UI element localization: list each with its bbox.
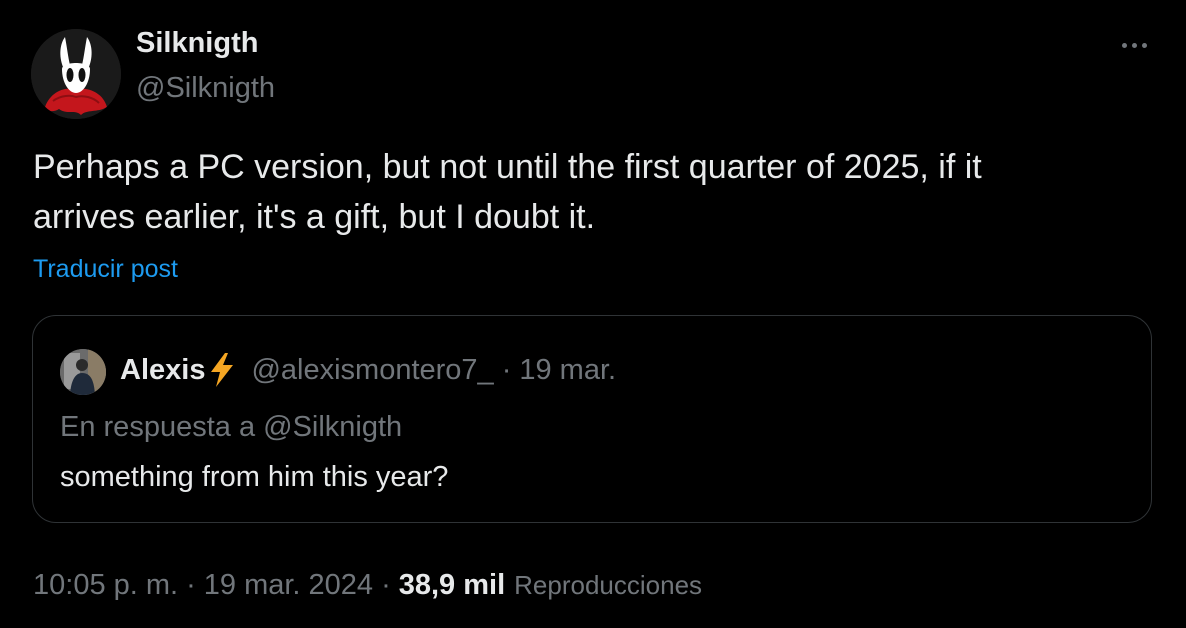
quote-date[interactable]: 19 mar.	[519, 351, 616, 389]
post-meta: 10:05 p. m. · 19 mar. 2024 · 38,9 mil Re…	[33, 566, 702, 604]
quote-author-avatar[interactable]	[60, 349, 106, 395]
author-avatar[interactable]	[31, 29, 121, 119]
more-dots-icon	[1131, 42, 1137, 48]
post-text-line-1: Perhaps a PC version, but not until the …	[33, 148, 982, 186]
quote-reply-context: En respuesta a @Silknigth	[60, 411, 403, 443]
meta-separator: ·	[186, 569, 196, 601]
author-display-name[interactable]: Silknigth	[136, 24, 258, 62]
post-text-line-2: arrives earlier, it's a gift, but I doub…	[33, 198, 596, 236]
meta-separator: ·	[381, 569, 391, 601]
hornet-avatar-image	[31, 29, 121, 119]
translate-post-link[interactable]: Traducir post	[33, 252, 178, 286]
post-date[interactable]: 19 mar. 2024	[204, 566, 373, 604]
quote-text: something from him this year?	[60, 461, 449, 493]
post-text: Perhaps a PC version, but not until the …	[33, 142, 1158, 242]
quote-separator: ·	[501, 354, 512, 386]
quote-author-name[interactable]: Alexis	[120, 351, 205, 389]
author-handle[interactable]: @Silknigth	[136, 69, 275, 107]
quote-avatar-image	[60, 349, 106, 395]
quote-author-handle[interactable]: @alexismontero7_	[251, 351, 493, 389]
quote-header: Alexis @alexismontero7_ · 19 mar.	[120, 351, 616, 389]
more-dots-icon	[1121, 42, 1127, 48]
tweet: Silknigth @Silknigth Perhaps a PC versio…	[0, 0, 1186, 628]
more-options-button[interactable]	[1112, 30, 1156, 60]
views-label: Reproducciones	[514, 570, 703, 600]
quoted-tweet-card[interactable]: Alexis @alexismontero7_ · 19 mar. En res…	[32, 315, 1152, 523]
views-count[interactable]: 38,9 mil	[399, 566, 505, 604]
more-dots-icon	[1141, 42, 1147, 48]
lightning-bolt-icon	[211, 353, 234, 387]
post-time[interactable]: 10:05 p. m.	[33, 566, 178, 604]
